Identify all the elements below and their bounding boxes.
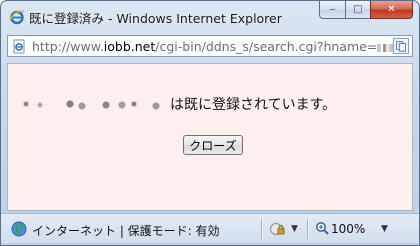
- zoom-dropdown-icon[interactable]: ▼: [381, 224, 388, 234]
- compatibility-view-icon[interactable]: [393, 38, 409, 54]
- address-url: http://www.iobb.net/cgi-bin/ddns_s/searc…: [32, 39, 404, 54]
- window-title: 既に登録済み - Windows Internet Explorer: [29, 11, 282, 26]
- globe-icon: [11, 221, 27, 237]
- url-prefix: http://www.: [32, 39, 104, 54]
- lock-icon[interactable]: [269, 221, 285, 237]
- redacted-hostname-text: [22, 97, 168, 111]
- url-host: iobb.net: [103, 39, 156, 54]
- maximize-icon: □: [353, 4, 363, 15]
- status-separator: [261, 219, 262, 239]
- address-bar[interactable]: http://www.iobb.net/cgi-bin/ddns_s/searc…: [7, 35, 413, 57]
- close-icon: ✕: [387, 4, 396, 15]
- minimize-icon: ‒: [329, 4, 336, 15]
- message-text: は既に登録されています。: [170, 97, 337, 113]
- title-bar[interactable]: 既に登録済み - Windows Internet Explorer ‒ □ ✕: [1, 1, 419, 31]
- maximize-button[interactable]: □: [345, 1, 370, 19]
- page-icon: [13, 39, 25, 54]
- status-separator: [307, 219, 308, 239]
- close-window-button[interactable]: ✕: [370, 1, 413, 19]
- registered-message: は既に登録されています。: [22, 94, 336, 114]
- url-path: /cgi-bin/ddns_s/search.cgi?hname=: [155, 39, 378, 54]
- close-page-button[interactable]: クローズ: [183, 135, 243, 155]
- page-content: は既に登録されています。 クローズ: [7, 63, 413, 211]
- status-bar: インターネット | 保護モード: 有効 ▼ 100% ▼: [1, 213, 419, 243]
- window-controls: ‒ □ ✕: [319, 1, 413, 20]
- security-zone-text: インターネット | 保護モード: 有効: [32, 224, 220, 238]
- ie-window: 既に登録済み - Windows Internet Explorer ‒ □ ✕…: [0, 0, 420, 246]
- magnifier-icon: [316, 222, 329, 235]
- zoom-level[interactable]: 100%: [331, 222, 365, 236]
- ie-logo-icon: [9, 10, 25, 25]
- minimize-button[interactable]: ‒: [319, 1, 345, 19]
- security-dropdown-icon[interactable]: ▼: [291, 224, 298, 234]
